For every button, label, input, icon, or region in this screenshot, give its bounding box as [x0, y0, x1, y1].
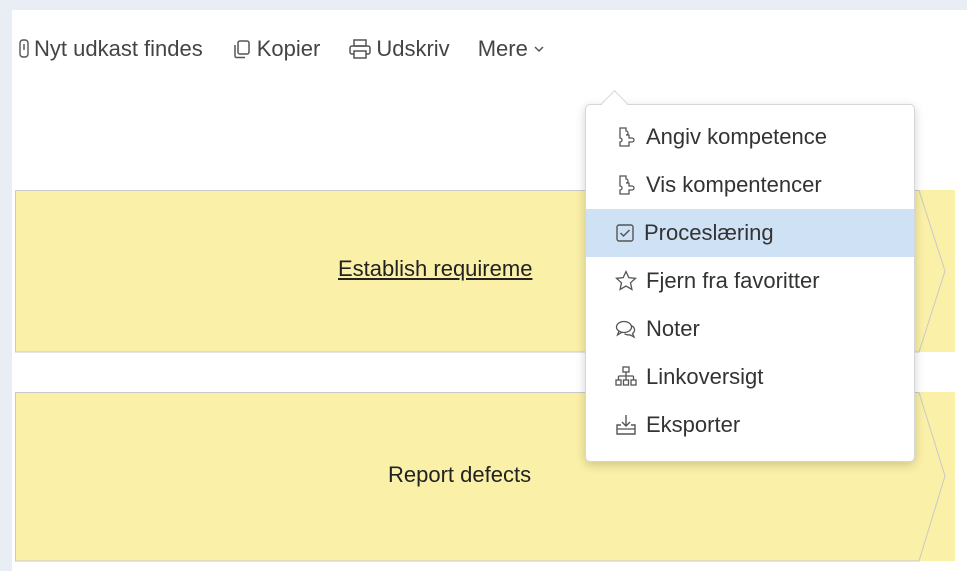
more-label: Mere	[477, 36, 528, 61]
printer-icon	[349, 39, 372, 59]
checkbox-icon	[616, 224, 634, 242]
menu-item-label: Fjern fra favoritter	[646, 268, 820, 293]
menu-item-label: Linkoversigt	[646, 364, 764, 389]
menu-item-linkoversigt[interactable]: Linkoversigt	[586, 353, 914, 401]
menu-item-label: Angiv kompetence	[646, 124, 827, 149]
new-draft-button[interactable]: Nyt udkast findes	[18, 36, 203, 62]
more-dropdown-button[interactable]: Mere	[478, 36, 545, 62]
draft-icon	[19, 39, 29, 58]
menu-item-eksporter[interactable]: Eksporter	[586, 401, 914, 449]
export-icon	[616, 415, 636, 435]
menu-item-proceslaering[interactable]: Proceslæring	[586, 209, 914, 257]
chevron-down-icon	[534, 46, 544, 53]
copy-label: Kopier	[256, 36, 321, 61]
menu-item-label: Vis kompentencer	[646, 172, 822, 197]
star-icon	[614, 269, 638, 291]
menu-item-label: Proceslæring	[644, 220, 774, 245]
chat-icon	[615, 320, 636, 339]
puzzle-icon	[619, 175, 635, 195]
copy-button[interactable]: Kopier	[231, 36, 321, 62]
new-draft-label: Nyt udkast findes	[34, 36, 203, 61]
step-link[interactable]: Establish requireme	[338, 256, 532, 282]
toolbar: Nyt udkast findes Kopier Udskriv Mere	[18, 34, 573, 64]
menu-item-label: Eksporter	[646, 412, 741, 437]
menu-item-label: Noter	[646, 316, 700, 341]
menu-item-fjern-fra-favoritter[interactable]: Fjern fra favoritter	[586, 257, 914, 305]
sitemap-icon	[615, 366, 637, 386]
copy-icon	[234, 40, 250, 59]
menu-item-noter[interactable]: Noter	[586, 305, 914, 353]
step-label: Report defects	[388, 462, 532, 487]
menu-item-vis-kompentencer[interactable]: Vis kompentencer	[586, 161, 914, 209]
print-button[interactable]: Udskriv	[348, 36, 450, 62]
print-label: Udskriv	[376, 36, 450, 61]
menu-item-angiv-kompetence[interactable]: Angiv kompetence	[586, 113, 914, 161]
more-dropdown-menu: Angiv kompetence Vis kompentencer Proces…	[585, 104, 915, 462]
puzzle-icon	[619, 127, 635, 147]
